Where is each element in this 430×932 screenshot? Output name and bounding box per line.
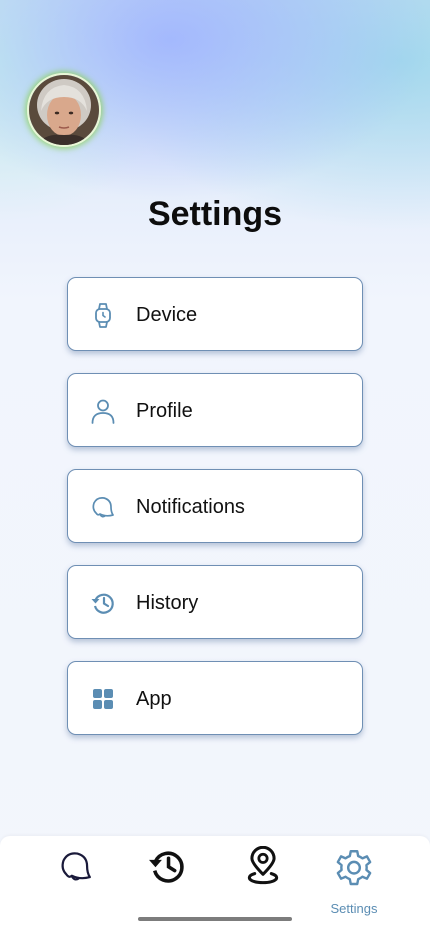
grid-icon (93, 689, 113, 709)
menu-item-profile[interactable]: Profile (67, 373, 363, 447)
nav-location[interactable] (233, 846, 293, 908)
avatar[interactable] (27, 73, 101, 147)
person-icon (91, 399, 115, 424)
gear-icon (336, 850, 372, 886)
bell-icon (61, 852, 91, 881)
settings-menu: Device Profile Notifications History App (67, 277, 363, 757)
menu-item-notifications[interactable]: Notifications (67, 469, 363, 543)
page-title: Settings (147, 195, 283, 233)
nav-settings[interactable]: Settings (324, 848, 384, 916)
bell-icon (92, 497, 114, 518)
history-icon (149, 851, 184, 883)
menu-item-label: Profile (136, 400, 193, 422)
avatar-portrait (29, 75, 99, 145)
home-indicator[interactable] (138, 917, 292, 921)
history-icon (91, 593, 114, 614)
watch-icon (95, 303, 111, 328)
nav-history[interactable] (137, 848, 197, 908)
menu-item-device[interactable]: Device (67, 277, 363, 351)
nav-notifications[interactable] (46, 848, 106, 908)
location-pin-icon (247, 846, 279, 885)
menu-item-label: History (136, 592, 199, 614)
menu-item-label: Notifications (136, 496, 245, 518)
menu-item-label: Device (136, 304, 198, 326)
menu-item-label: App (136, 688, 172, 710)
menu-item-app[interactable]: App (67, 661, 363, 735)
nav-label: Settings (330, 901, 378, 916)
menu-item-history[interactable]: History (67, 565, 363, 639)
